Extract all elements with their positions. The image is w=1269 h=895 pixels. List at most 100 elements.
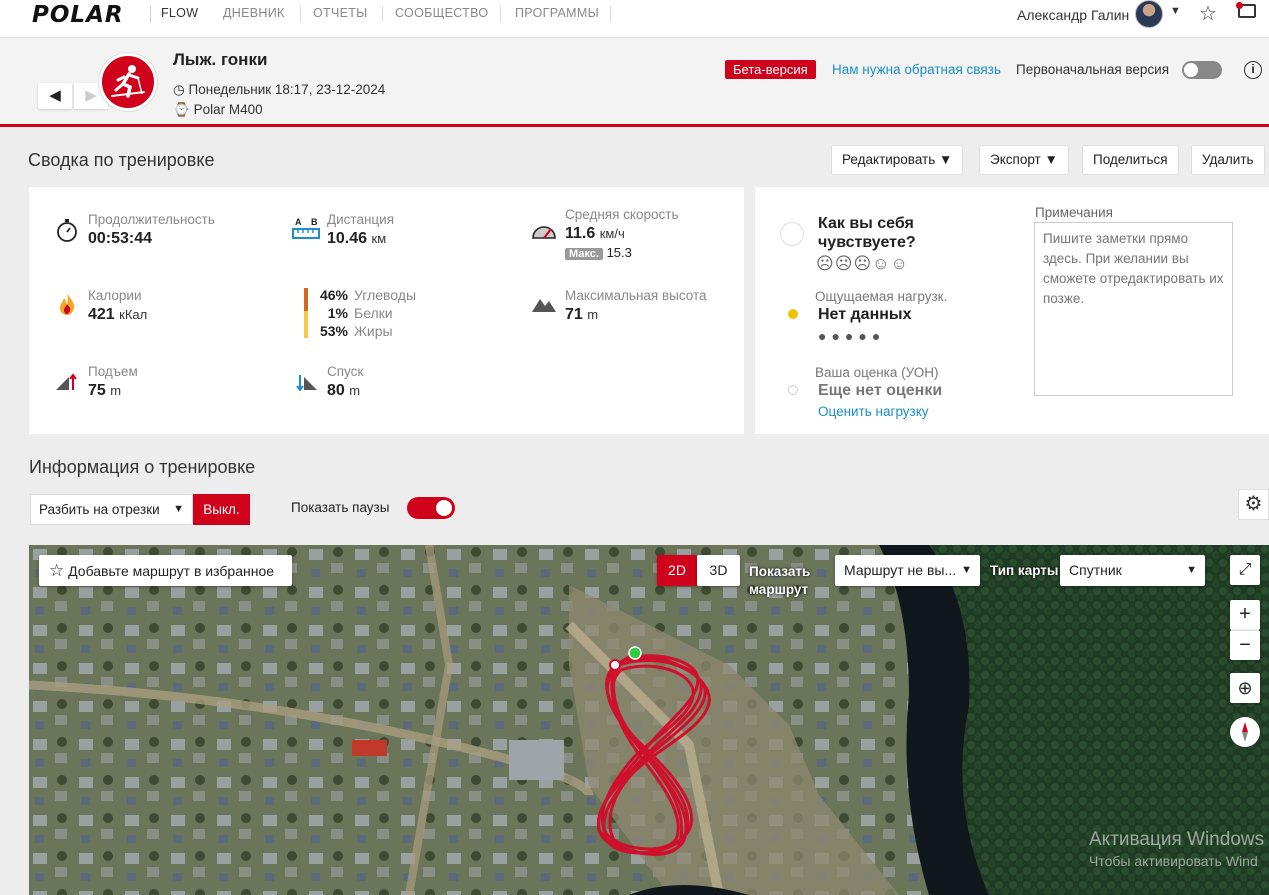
fullscreen-icon[interactable]: ⤢ <box>1230 555 1260 585</box>
locate-icon[interactable]: ⊕ <box>1230 673 1260 703</box>
avg-speed-label: Средняя скорость <box>565 207 679 222</box>
macro-carbs: 46% Углеводы <box>318 286 416 304</box>
chevron-down-icon: ▼ <box>173 503 184 515</box>
segments-select[interactable]: Разбить на отрезки ▼ <box>30 494 193 525</box>
duration-stat: Продолжительность 00:53:44 <box>88 212 215 248</box>
calories-label: Калории <box>88 288 142 303</box>
map-3d-button[interactable]: 3D <box>697 555 740 586</box>
skiing-icon <box>99 53 157 111</box>
map-type-select[interactable]: Спутник ▼ <box>1060 555 1205 586</box>
segments-select-label: Разбить на отрезки <box>39 502 160 517</box>
macro-protein-label: Белки <box>354 305 393 321</box>
original-version-label: Первоначальная версия <box>1016 62 1170 77</box>
avg-speed-stat: Средняя скорость 11.6 км/ч Макс. 15.3 <box>565 207 678 260</box>
map-2d-button[interactable]: 2D <box>657 555 697 586</box>
rate-load-link[interactable]: Оценить нагрузку <box>818 404 929 419</box>
avg-speed-value: 11.6 <box>565 225 596 242</box>
descent-stat: Спуск 80 m <box>327 364 363 400</box>
svg-text:B: B <box>311 217 318 227</box>
calories-unit: кКал <box>119 307 148 322</box>
nav-flow[interactable]: FLOW <box>161 6 198 20</box>
route-end-marker <box>609 659 621 671</box>
info-icon[interactable]: i <box>1244 61 1262 79</box>
notification-dot <box>1236 2 1243 9</box>
sport-title: Лыж. гонки <box>173 50 268 69</box>
add-favorite-label: Добавьте маршрут в избранное <box>68 563 275 579</box>
speedometer-icon <box>532 226 556 239</box>
session-date: ◷ Понедельник 18:17, 23-12-2024 <box>173 82 385 98</box>
max-altitude-value: 71 <box>565 306 583 323</box>
zoom-in-button[interactable]: + <box>1230 600 1260 630</box>
smiley-icon <box>780 222 804 246</box>
descent-icon <box>296 375 317 391</box>
avg-speed-unit: км/ч <box>599 226 625 241</box>
feeling-smiley-selector[interactable]: ☹☹☹☺☺ <box>816 254 909 274</box>
watch-icon: ⌚ <box>173 102 194 117</box>
descent-label: Спуск <box>327 364 364 379</box>
nav-divider <box>382 6 383 22</box>
original-version-toggle[interactable] <box>1182 61 1222 79</box>
windows-activation-watermark: Активация Windows <box>1089 829 1265 850</box>
clock-icon: ◷ <box>173 82 189 97</box>
edit-button[interactable]: Редактировать ▼ <box>831 145 964 175</box>
macro-carbs-label: Углеводы <box>354 287 417 303</box>
user-name[interactable]: Александр Галин <box>1017 7 1129 23</box>
macro-protein-pct: 1% <box>327 305 348 321</box>
rpe-label: Ваша оценка (УОН) <box>815 365 939 380</box>
macros-stat: 46% Углеводы 1% Белки 53% Жиры <box>318 286 416 340</box>
macro-carbs-pct: 46% <box>319 287 348 303</box>
chevron-down-icon[interactable]: ▼ <box>1170 5 1181 17</box>
polar-logo[interactable]: POLAR <box>32 2 124 28</box>
share-button[interactable]: Поделиться <box>1082 145 1179 175</box>
show-pauses-label: Показать паузы <box>291 500 390 515</box>
notes-label: Примечания <box>1035 205 1113 220</box>
session-date-text: Понедельник 18:17, 23-12-2024 <box>188 82 386 97</box>
compass-icon[interactable] <box>1230 717 1260 747</box>
macro-fat-label: Жиры <box>354 323 393 339</box>
show-pauses-toggle[interactable] <box>407 497 455 519</box>
max-speed-value: 15.3 <box>606 245 632 260</box>
nav-divider <box>610 6 611 22</box>
calories-stat: Калории 421 кКал <box>88 288 147 324</box>
previous-button[interactable]: ◀ <box>38 83 72 109</box>
nav-community[interactable]: СООБЩЕСТВО <box>395 6 488 20</box>
add-favorite-button[interactable]: ☆ Добавьте маршрут в избранное <box>39 555 292 586</box>
zoom-out-button[interactable]: − <box>1230 630 1260 660</box>
map-type-label: Тип карты <box>990 563 1059 578</box>
training-info-title: Информация о тренировке <box>29 457 256 477</box>
export-button-label: Экспорт <box>990 152 1041 167</box>
export-button[interactable]: Экспорт ▼ <box>979 145 1069 175</box>
training-header: ◀ ▶ Лыж. гонки ◷ Понедельник 18:17, 23-1… <box>0 38 1269 127</box>
notes-field[interactable] <box>1034 222 1233 396</box>
nav-diary[interactable]: ДНЕВНИК <box>223 6 285 20</box>
distance-unit: км <box>371 231 387 246</box>
duration-label: Продолжительность <box>88 212 215 227</box>
nav-divider <box>500 6 501 22</box>
gear-icon[interactable]: ⚙ <box>1238 489 1269 520</box>
delete-button[interactable]: Удалить <box>1191 145 1265 175</box>
route-select-label: Маршрут не вы... <box>844 562 957 578</box>
route-map[interactable]: ☆ Добавьте маршрут в избранное 2D 3D Пок… <box>29 545 1269 895</box>
perceived-load-label: Ощущаемая нагрузк. <box>815 289 948 304</box>
perceived-load-rating[interactable]: ●●●●● <box>818 328 885 344</box>
perceived-load-value: Нет данных <box>818 306 912 323</box>
nav-reports[interactable]: ОТЧЕТЫ <box>313 6 368 20</box>
route-select[interactable]: Маршрут не вы... ▼ <box>835 555 980 586</box>
feedback-link[interactable]: Нам нужна обратная связь <box>832 62 1001 77</box>
max-altitude-unit: m <box>587 307 599 322</box>
nav-divider <box>300 6 301 22</box>
beta-badge: Бета-версия <box>725 60 816 79</box>
segments-off-button[interactable]: Выкл. <box>193 494 250 525</box>
chevron-down-icon: ▼ <box>1186 564 1197 576</box>
edit-button-label: Редактировать <box>842 152 936 167</box>
star-icon: ☆ <box>49 561 65 580</box>
route-start-marker <box>628 646 642 660</box>
nav-programs[interactable]: ПРОГРАММЫ <box>515 6 599 20</box>
calories-value: 421 <box>88 306 115 323</box>
show-route-label: Показать маршрут <box>749 564 811 597</box>
avatar[interactable] <box>1135 0 1163 28</box>
ascent-unit: m <box>110 383 122 398</box>
descent-unit: m <box>349 383 361 398</box>
rpe-indicator-dot <box>788 385 798 395</box>
star-icon[interactable]: ☆ <box>1199 1 1217 26</box>
